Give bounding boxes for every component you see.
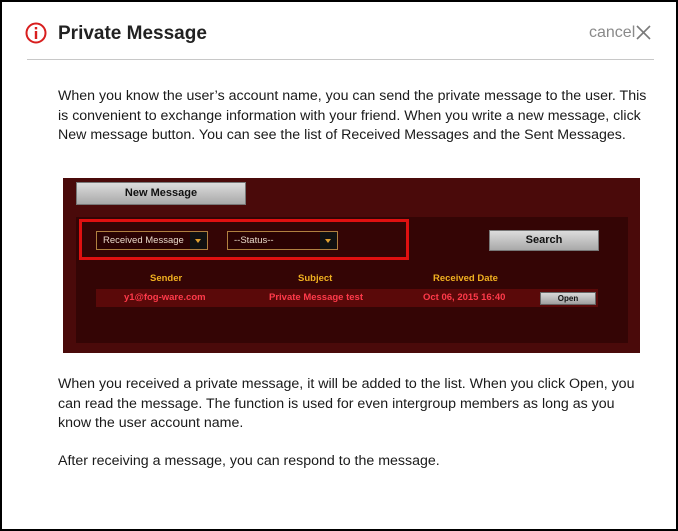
header-divider [27, 59, 654, 60]
open-button[interactable]: Open [540, 292, 596, 305]
respond-paragraph: After receiving a message, you can respo… [58, 453, 440, 469]
filter-highlight-box [79, 219, 409, 260]
private-message-dialog: Private Message cancel When you know the… [0, 0, 678, 531]
close-icon[interactable] [636, 25, 651, 40]
row-sender: y1@fog-ware.com [124, 292, 206, 303]
cancel-link[interactable]: cancel [589, 24, 635, 42]
dialog-title: Private Message [58, 23, 207, 44]
table-row: y1@fog-ware.com Private Message test Oct… [96, 289, 598, 307]
row-received-date: Oct 06, 2015 16:40 [423, 292, 506, 303]
search-button[interactable]: Search [489, 230, 599, 251]
info-icon [25, 22, 47, 44]
column-header-sender: Sender [150, 273, 183, 284]
intro-paragraph: When you know the user’s account name, y… [58, 88, 647, 143]
example-screenshot: New Message Received Message --Status-- … [63, 178, 640, 353]
dialog-header: Private Message cancel [2, 2, 676, 60]
column-header-received-date: Received Date [433, 273, 498, 284]
column-header-subject: Subject [298, 273, 333, 284]
received-paragraph: When you received a private message, it … [58, 376, 635, 431]
row-subject: Private Message test [269, 292, 363, 303]
new-message-button[interactable]: New Message [76, 182, 246, 205]
